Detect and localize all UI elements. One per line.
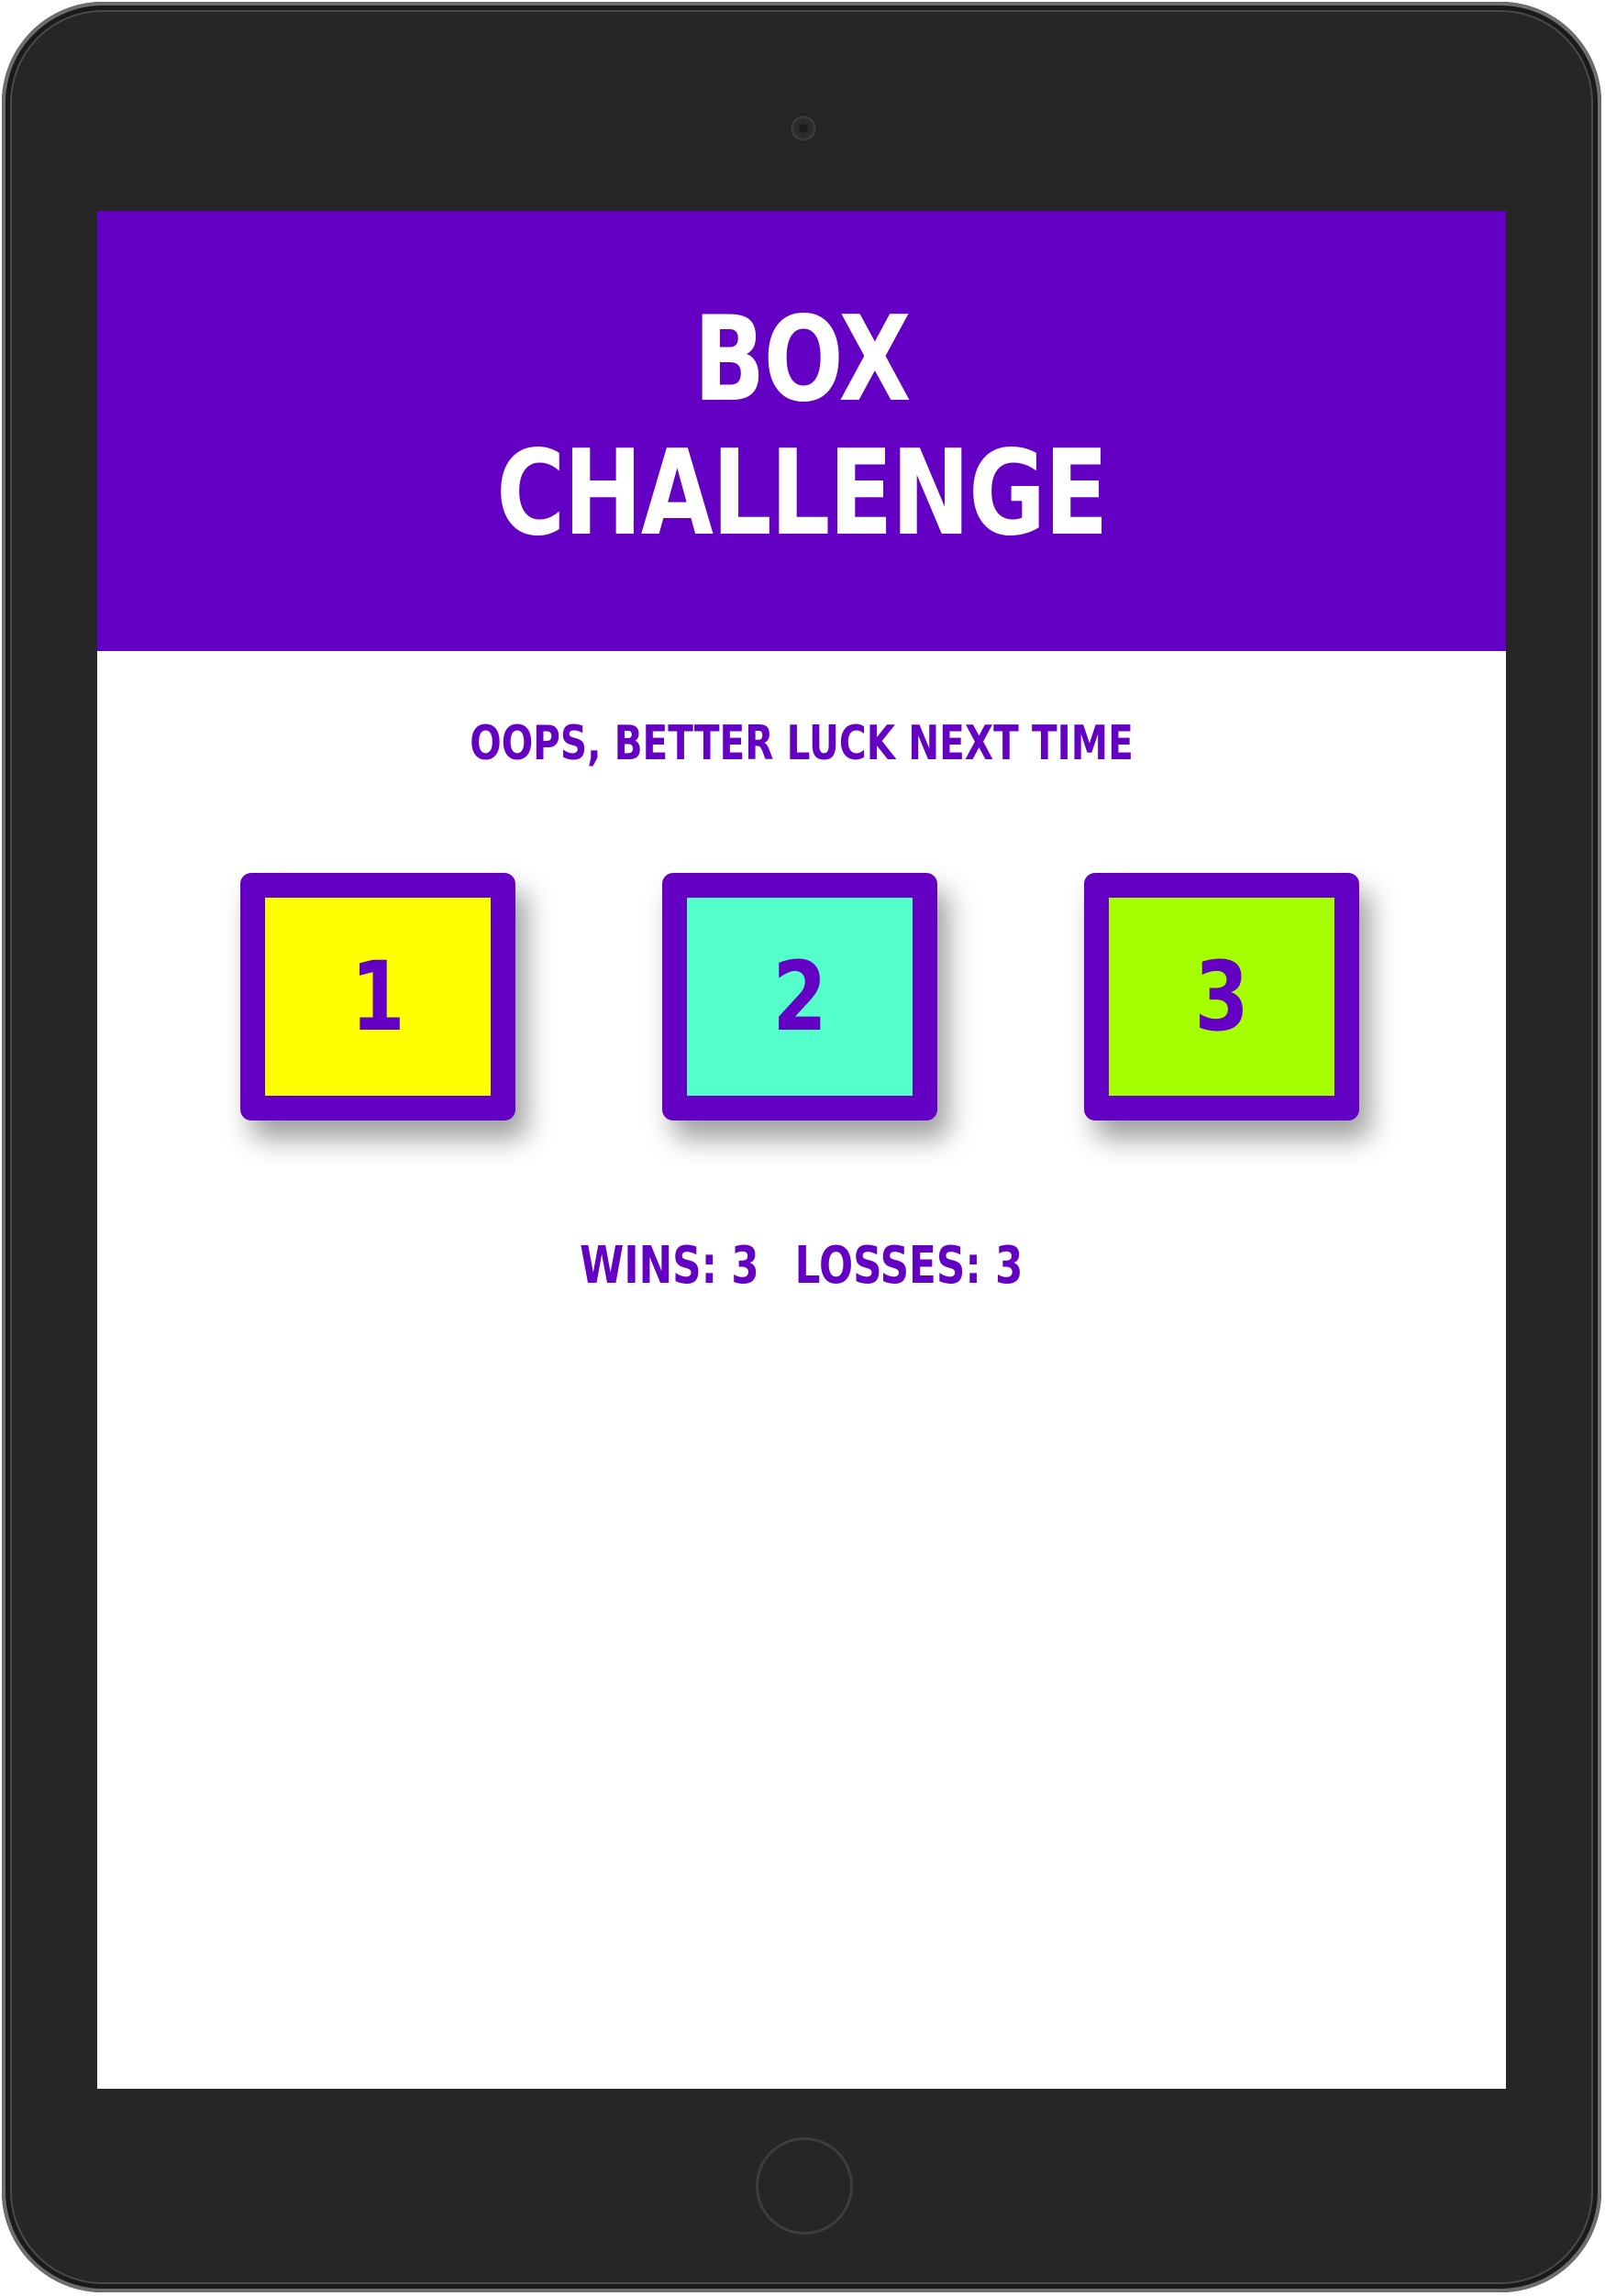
box-2-button[interactable]: 2 [662, 873, 937, 1120]
game-title: BOX CHALLENGE [238, 293, 1366, 561]
losses-count: LOSSES: 3 [794, 1236, 1024, 1296]
header-banner: BOX CHALLENGE [97, 211, 1506, 651]
scoreboard: WINS: 3 LOSSES: 3 [97, 1234, 1506, 1298]
wins-count: WINS: 3 [580, 1236, 759, 1296]
box-3-button[interactable]: 3 [1084, 873, 1359, 1120]
box-2-label: 2 [772, 941, 827, 1053]
camera-icon [791, 116, 816, 141]
box-1-button[interactable]: 1 [240, 873, 515, 1120]
box-3-label: 3 [1194, 941, 1249, 1053]
result-message: OOPS, BETTER LUCK NEXT TIME [470, 716, 1134, 771]
box-1-label: 1 [350, 941, 405, 1053]
tablet-frame: BOX CHALLENGE OOPS, BETTER LUCK NEXT TIM… [2, 2, 1601, 2292]
home-button[interactable] [756, 2137, 853, 2235]
title-line-1: BOX [693, 292, 911, 428]
app-screen: BOX CHALLENGE OOPS, BETTER LUCK NEXT TIM… [97, 211, 1506, 2089]
title-line-2: CHALLENGE [496, 425, 1108, 562]
